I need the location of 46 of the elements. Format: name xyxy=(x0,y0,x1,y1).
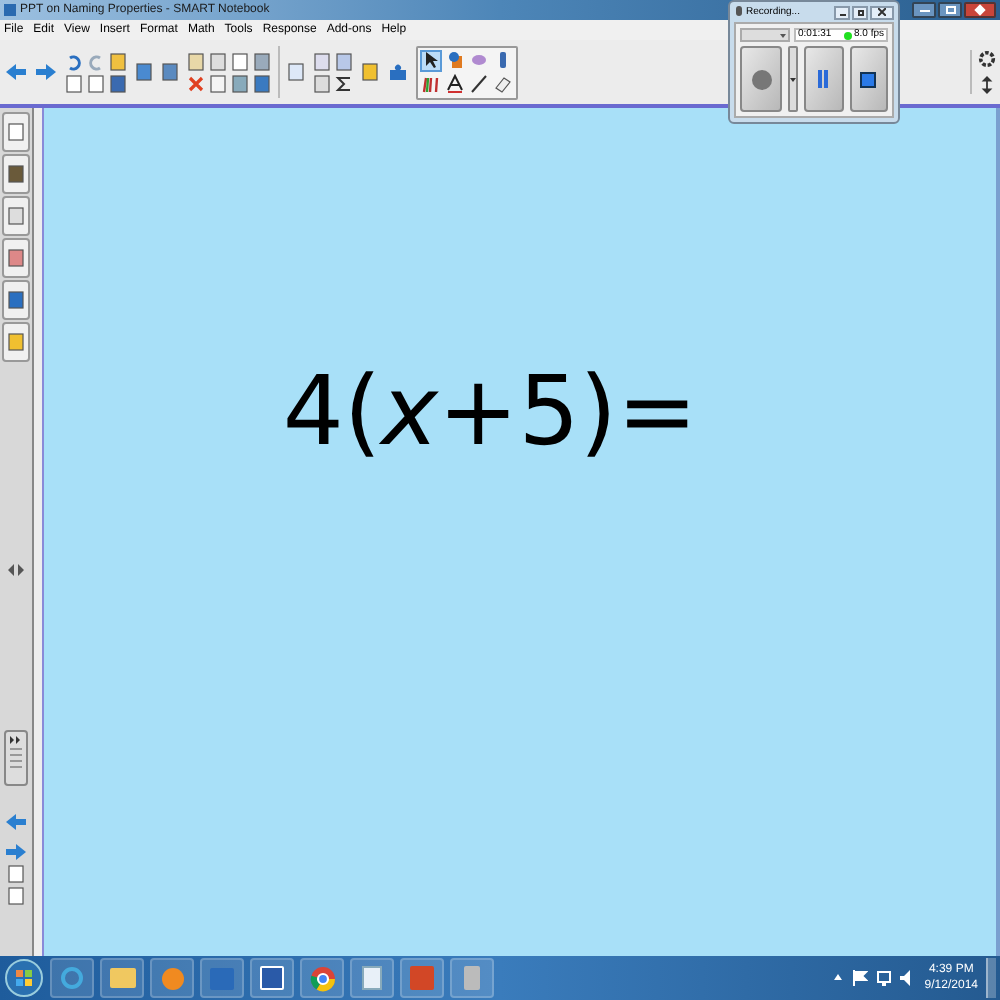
line-icon xyxy=(470,74,488,94)
minimize-button[interactable] xyxy=(834,5,850,19)
puzzle-icon[interactable] xyxy=(386,62,410,82)
pens-icon xyxy=(422,74,440,94)
double-chevron-icon xyxy=(10,736,22,744)
close-icon xyxy=(878,8,886,16)
folder-taskbar-icon[interactable] xyxy=(100,958,144,998)
line-tool[interactable] xyxy=(468,73,490,95)
record-options-button[interactable] xyxy=(788,46,799,112)
stop-button[interactable] xyxy=(849,46,888,112)
maximize-button[interactable] xyxy=(938,2,962,18)
select-tool[interactable] xyxy=(420,49,442,71)
undo-icon[interactable] xyxy=(64,51,84,71)
sigma-icon[interactable] xyxy=(334,73,354,93)
previous-page-icon[interactable] xyxy=(4,812,28,832)
microphone-icon xyxy=(734,5,744,19)
maximize-button[interactable] xyxy=(852,5,868,19)
text-tool[interactable] xyxy=(444,73,466,95)
formula: 4(x+5)= xyxy=(282,364,698,460)
start-button-icon[interactable] xyxy=(4,958,44,998)
back-arrow-icon[interactable] xyxy=(4,62,28,82)
minimize-button[interactable] xyxy=(912,2,936,18)
record-button[interactable] xyxy=(740,46,783,112)
show-hidden-icon[interactable] xyxy=(832,972,845,984)
close-button[interactable] xyxy=(964,2,996,18)
pause-button[interactable] xyxy=(804,46,844,112)
next-page-icon[interactable] xyxy=(4,842,28,862)
fill-icon xyxy=(446,50,464,70)
expand-tab[interactable] xyxy=(4,730,28,786)
flag-icon[interactable] xyxy=(852,970,869,986)
close-button[interactable] xyxy=(870,5,894,19)
text-icon xyxy=(446,74,464,94)
app-icon xyxy=(4,4,16,16)
up-down-arrow-icon[interactable] xyxy=(978,76,996,94)
network-icon[interactable] xyxy=(876,970,893,986)
eraser-icon xyxy=(494,74,512,94)
eraser-tool[interactable] xyxy=(492,73,514,95)
caret-icon xyxy=(790,77,797,81)
settings-icon[interactable] xyxy=(978,50,996,68)
chrome-icon[interactable] xyxy=(300,958,344,998)
forward-arrow-icon[interactable] xyxy=(34,62,58,82)
fill-tool[interactable] xyxy=(444,49,466,71)
delete-icon[interactable] xyxy=(186,73,206,93)
pens-tool[interactable] xyxy=(420,73,442,95)
select-icon xyxy=(422,50,440,70)
resize-handle-icon[interactable] xyxy=(8,564,24,576)
